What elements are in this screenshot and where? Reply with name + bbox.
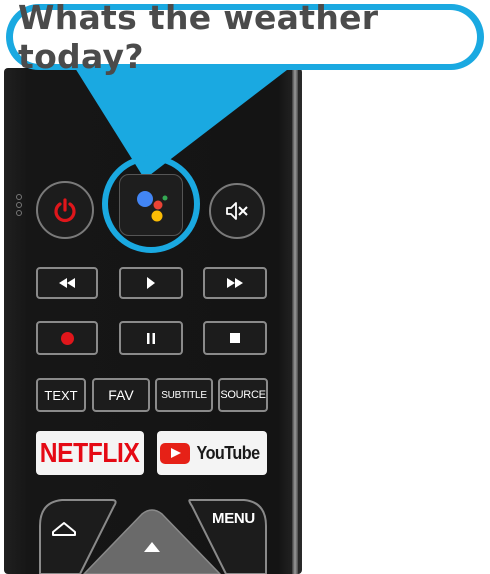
youtube-play-icon (160, 442, 191, 464)
bubble-text: Whats the weather today? (18, 0, 379, 76)
record-button[interactable] (36, 321, 98, 355)
fav-button[interactable]: FAV (92, 378, 150, 412)
pause-icon (147, 332, 155, 344)
stop-icon (230, 333, 240, 343)
youtube-logo-text: YouTube (196, 442, 261, 463)
text-button-label: TEXT (44, 387, 78, 403)
power-icon (54, 198, 76, 223)
subtitle-button[interactable]: SUBTITLE (155, 378, 213, 412)
play-button[interactable] (119, 267, 183, 299)
fav-button-label: FAV (108, 387, 134, 403)
microphone-holes (16, 194, 26, 218)
netflix-button[interactable]: NETFLIX (36, 431, 144, 475)
google-assistant-icon (137, 191, 168, 222)
fast-forward-button[interactable] (203, 267, 267, 299)
mute-icon (226, 202, 248, 220)
rewind-icon (59, 278, 75, 288)
stop-button[interactable] (203, 321, 267, 355)
subtitle-button-label: SUBTITLE (161, 389, 207, 401)
source-button[interactable]: SOURCE (218, 378, 268, 412)
text-button[interactable]: TEXT (36, 378, 86, 412)
pause-button[interactable] (119, 321, 183, 355)
play-icon (147, 277, 155, 289)
source-button-label: SOURCE (220, 389, 266, 401)
power-button[interactable] (36, 181, 94, 239)
navigation-cluster (39, 499, 267, 574)
record-icon (60, 331, 74, 345)
mute-button[interactable] (209, 183, 265, 239)
youtube-button[interactable]: YouTube (157, 431, 267, 475)
rewind-button[interactable] (36, 267, 98, 299)
fast-forward-icon (227, 278, 243, 288)
menu-label: MENU (212, 510, 255, 527)
netflix-logo: NETFLIX (40, 437, 140, 468)
google-assistant-button[interactable] (119, 174, 183, 236)
